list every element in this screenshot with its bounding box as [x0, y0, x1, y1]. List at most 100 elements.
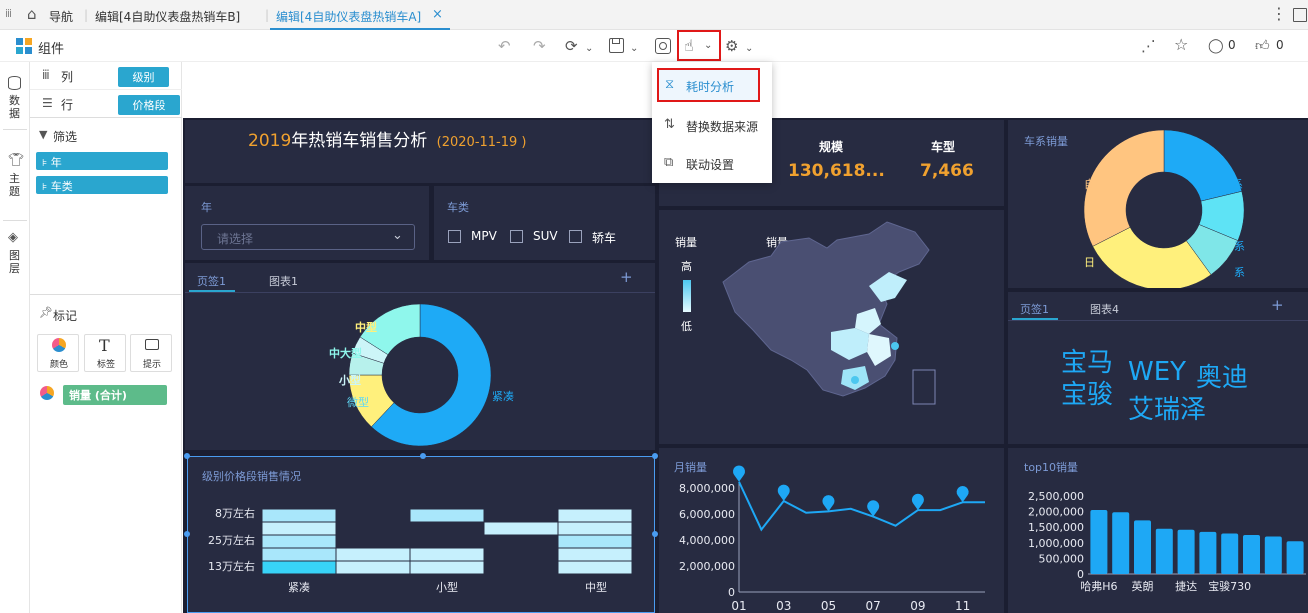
- interaction-dropdown-menu: ⧖ 耗时分析 ⇅ 替换数据来源 ⧉ 联动设置: [652, 62, 772, 183]
- filter-pill-year[interactable]: ⊧ 年: [36, 152, 168, 170]
- app-window: ⅲ ⌂ 导航 | 编辑[4自助仪表盘热销车B] | 编辑[4自助仪表盘热销车A]…: [0, 0, 1308, 613]
- window-icon[interactable]: [1293, 8, 1307, 22]
- year-filter-card[interactable]: 年 请选择 ⌄: [185, 186, 429, 260]
- save-icon[interactable]: [609, 38, 624, 53]
- series-sales-card[interactable]: 车系销量 自系系系日: [1008, 120, 1308, 288]
- checkbox-suv[interactable]: [510, 230, 523, 243]
- x-tick-label: 03: [776, 599, 791, 613]
- donut-slice: [1163, 129, 1243, 202]
- sidebar-theme-label[interactable]: 主题: [9, 172, 23, 198]
- year-select[interactable]: 请选择 ⌄: [201, 224, 415, 250]
- map-point: [891, 342, 899, 350]
- resize-handle[interactable]: [184, 453, 190, 459]
- tooltip-button[interactable]: 提示: [130, 334, 172, 372]
- donut-slice: [1083, 129, 1165, 247]
- map-legend-gradient-1: [683, 280, 691, 312]
- kpi-value-models: 7,466: [920, 161, 974, 181]
- color-button[interactable]: 颜色: [37, 334, 79, 372]
- measure-pill[interactable]: 销量 (合计): [63, 385, 167, 405]
- donut-label: 自: [1084, 178, 1095, 191]
- resize-handle[interactable]: [184, 531, 190, 537]
- redo-icon[interactable]: ↷: [533, 37, 546, 55]
- heatmap-cell: [557, 521, 633, 536]
- sidebar-data-label[interactable]: 数据: [9, 94, 23, 120]
- word-baojun: 宝骏: [1061, 380, 1114, 410]
- series-line: [738, 481, 985, 532]
- column-pill[interactable]: 级别: [118, 67, 169, 87]
- heatmap-card[interactable]: 级别价格段销售情况 8万左右 25万左右 13万左右 紧凑 小型 中型: [187, 456, 655, 613]
- donut-label: 中型: [355, 320, 377, 334]
- type-filter-title: 车类: [447, 201, 469, 214]
- menu-item-replace-datasource[interactable]: ⇅ 替换数据来源: [652, 108, 772, 142]
- heatmap-cell: [409, 560, 485, 575]
- like-icon[interactable]: 👍︎: [1255, 37, 1270, 55]
- heatmap-cell: [557, 534, 633, 549]
- components-label[interactable]: 组件: [38, 38, 64, 57]
- bar: [1242, 535, 1261, 574]
- bar: [1155, 528, 1173, 574]
- star-icon[interactable]: ☆: [1174, 36, 1188, 54]
- heatmap-x-tick: 小型: [436, 580, 458, 594]
- menu-item-linkage-settings[interactable]: ⧉ 联动设置: [652, 146, 772, 180]
- level-donut-chart: 紧凑 中型中大型小型微型: [329, 303, 514, 447]
- preview-icon[interactable]: [655, 38, 671, 54]
- bar: [1199, 531, 1217, 574]
- tab-sheet1-right[interactable]: 页签1: [1020, 301, 1049, 317]
- home-icon[interactable]: ⌂: [27, 5, 37, 23]
- row-pill[interactable]: 价格段: [118, 95, 180, 115]
- row-shelf-label: 行: [61, 98, 74, 112]
- map-legend-high-1: 高: [681, 260, 692, 273]
- share-icon[interactable]: ⋰: [1141, 37, 1156, 55]
- text-icon: T: [99, 336, 110, 355]
- tab-edit-a[interactable]: 编辑[4自助仪表盘热销车A]: [276, 8, 421, 25]
- chevron-down-icon[interactable]: ⌄: [745, 40, 753, 58]
- theme-icon[interactable]: 👕︎: [8, 153, 25, 168]
- map-legend-low-1: 低: [681, 320, 692, 333]
- wordcloud-card[interactable]: 页签1 图表4 + 宝马 宝骏 WEY 奥迪 艾瑞泽: [1008, 292, 1308, 444]
- link-icon: ⧉: [664, 155, 674, 170]
- add-tab-icon[interactable]: +: [1271, 296, 1284, 314]
- chevron-down-icon: ⌄: [704, 40, 713, 51]
- database-icon[interactable]: [8, 76, 21, 90]
- donut-label: 小型: [338, 373, 361, 387]
- filter-pill-type[interactable]: ⊧ 车类: [36, 176, 168, 194]
- monthly-sales-card[interactable]: 月销量 0 2,000,000 4,000,000 6,000,000 8,000,00…: [659, 448, 1004, 613]
- tab-chart4[interactable]: 图表4: [1090, 301, 1119, 317]
- checkbox-sedan[interactable]: [569, 230, 582, 243]
- menu-item-timing-analysis[interactable]: ⧖ 耗时分析: [657, 68, 760, 102]
- tab-edit-b[interactable]: 编辑[4自助仪表盘热销车B]: [95, 8, 240, 25]
- interaction-button[interactable]: ☝ ⌄: [677, 30, 721, 61]
- field-panel: ⅲ 列 级别 ☰ 行 价格段 ▼ 筛选 ⊧ 年 ⊧ 车类 📌︎ 标记 颜色 T …: [30, 62, 182, 613]
- x-tick-label: 英朗: [1132, 579, 1154, 593]
- title-card[interactable]: 2019年热销车销售分析 (2020-11-19 ): [185, 120, 658, 183]
- settings-icon[interactable]: ⚙: [725, 37, 738, 55]
- timing-chart-icon: ⧖: [665, 77, 675, 92]
- layers-icon[interactable]: ◈: [8, 230, 18, 245]
- tab-close-icon[interactable]: ×: [432, 7, 443, 22]
- type-filter-card[interactable]: 车类 MPV SUV 轿车: [434, 186, 655, 260]
- level-donut-card[interactable]: 页签1 图表1 + 紧凑 中型 中大型 小型 微型: [185, 263, 655, 450]
- checkbox-mpv[interactable]: [448, 230, 461, 243]
- resize-handle[interactable]: [652, 531, 658, 537]
- dashboard-title: 2019年热销车销售分析 (2020-11-19 ): [248, 131, 527, 151]
- undo-icon[interactable]: ↶: [498, 37, 511, 55]
- x-tick-label: 哈弗H6: [1080, 579, 1117, 593]
- comment-icon[interactable]: ◯: [1208, 37, 1224, 55]
- more-vertical-icon[interactable]: ⋮: [1271, 4, 1287, 23]
- donut-label: 日: [1084, 256, 1095, 269]
- chevron-down-icon[interactable]: ⌄: [630, 40, 638, 58]
- menu-icon[interactable]: ⅲ: [5, 7, 12, 20]
- bar: [1177, 529, 1195, 574]
- chevron-down-icon[interactable]: ⌄: [585, 40, 593, 58]
- top10-card[interactable]: top10销量 0 500,000 1,000,000 1,500,000 2,000,…: [1008, 448, 1308, 613]
- tab-nav[interactable]: 导航: [49, 8, 73, 25]
- heatmap-cell: [335, 560, 411, 575]
- resize-handle[interactable]: [420, 453, 426, 459]
- resize-handle[interactable]: [652, 453, 658, 459]
- sidebar-layers-label[interactable]: 图层: [9, 249, 23, 275]
- donut-label: 系: [1234, 240, 1245, 253]
- refresh-icon[interactable]: ⟳: [565, 37, 578, 55]
- map-card[interactable]: 销量 高 低 销量 高 低: [659, 210, 1004, 444]
- heatmap-y-tick: 8万左右: [215, 506, 255, 520]
- label-button[interactable]: T 标签: [84, 334, 126, 372]
